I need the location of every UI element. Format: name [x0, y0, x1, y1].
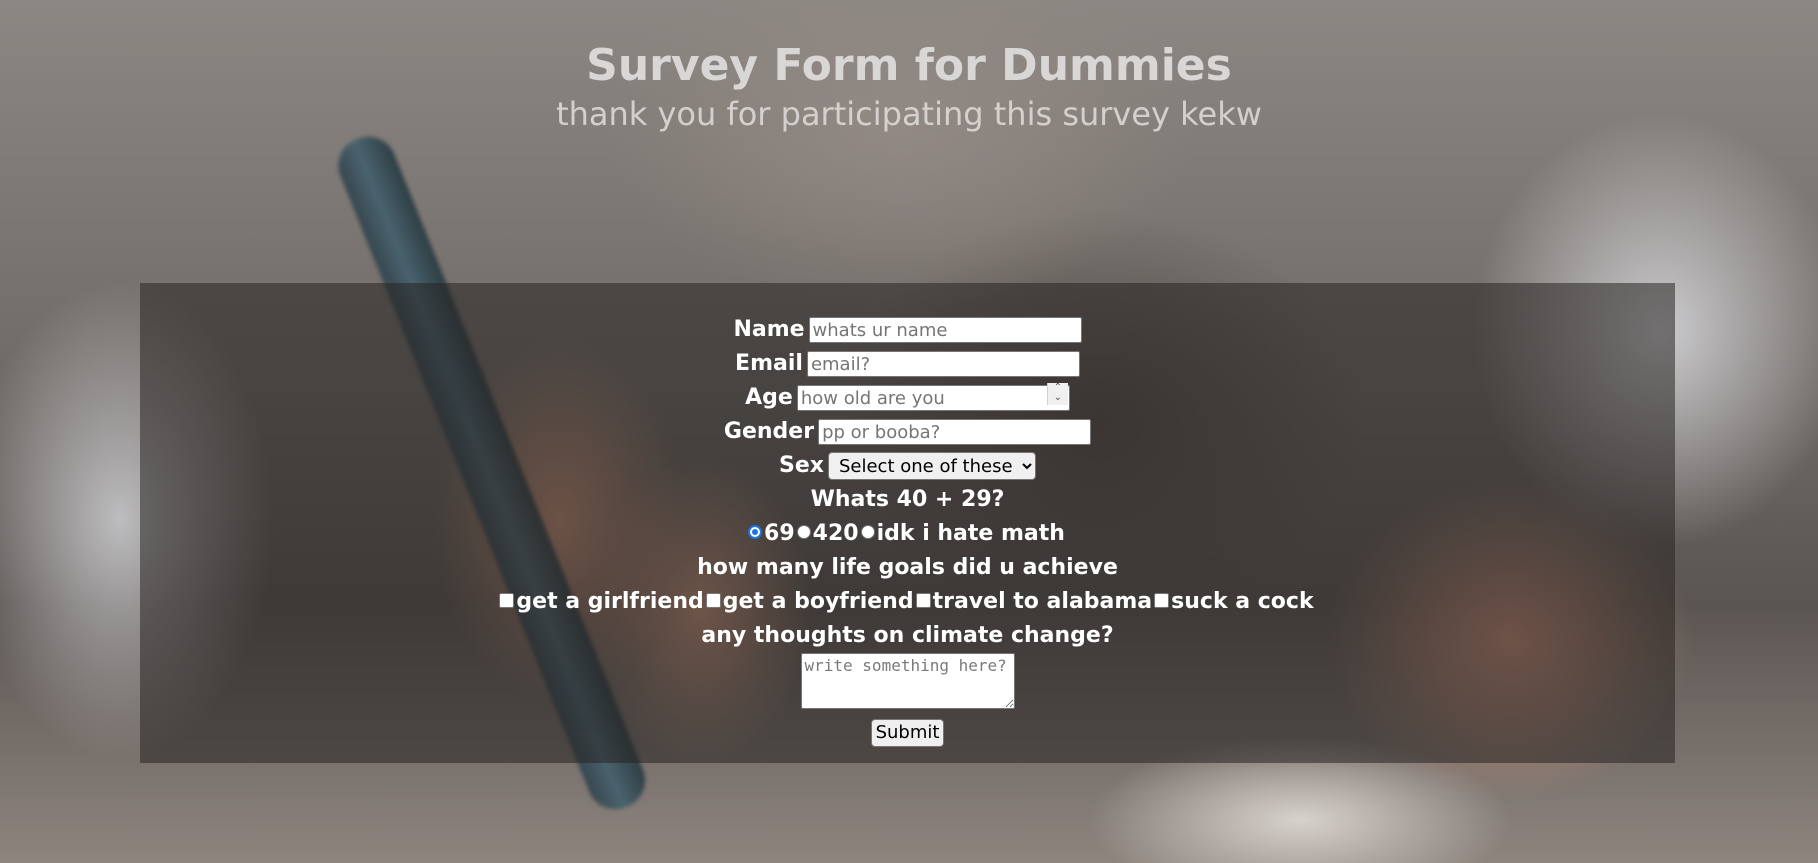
checkbox-alabama-label: travel to alabama: [932, 589, 1153, 614]
radio-420-label: 420: [812, 521, 859, 546]
checkbox-girlfriend-label: get a girlfriend: [516, 589, 704, 614]
page-title: Survey Form for Dummies: [586, 40, 1232, 91]
age-stepper[interactable]: ⌃ ⌄: [1046, 383, 1068, 405]
age-field: ⌃⌄: [796, 381, 1070, 415]
gender-input[interactable]: [818, 419, 1092, 445]
math-question: Whats 40 + 29?: [810, 487, 1005, 512]
checkbox-fourth-goal[interactable]: [1154, 592, 1170, 608]
checkbox-alabama[interactable]: [915, 592, 931, 608]
age-label: Age: [745, 385, 793, 410]
climate-textarea[interactable]: [800, 653, 1015, 709]
page-subtitle: thank you for participating this survey …: [556, 95, 1262, 133]
submit-button[interactable]: Submit: [870, 718, 945, 747]
form-panel: Name Email Age ⌃⌄ Gender SexSelect one of…: [140, 283, 1675, 763]
email-input[interactable]: [806, 351, 1080, 377]
radio-idk[interactable]: [860, 525, 875, 539]
radio-69-label: 69: [764, 521, 795, 546]
email-label: Email: [735, 351, 803, 376]
radio-69[interactable]: [748, 525, 763, 539]
survey-page: Survey Form for Dummies thank you for pa…: [0, 0, 1818, 863]
goals-question: how many life goals did u achieve: [697, 555, 1118, 580]
checkbox-boyfriend-label: get a boyfriend: [722, 589, 914, 614]
radio-420[interactable]: [796, 525, 811, 539]
name-label: Name: [733, 317, 805, 342]
gender-row: Gender: [140, 415, 1675, 449]
age-input[interactable]: [796, 385, 1070, 411]
page-header: Survey Form for Dummies thank you for pa…: [0, 38, 1818, 134]
radio-idk-label: idk i hate math: [876, 521, 1065, 546]
name-input[interactable]: [808, 317, 1082, 343]
survey-form: Name Email Age ⌃⌄ Gender SexSelect one of…: [140, 313, 1675, 749]
goals-options: get a girlfriend get a boyfriend travel to…: [140, 585, 1675, 619]
checkbox-fourth-goal-label: suck a cock: [1171, 589, 1314, 614]
climate-question: any thoughts on climate change?: [701, 623, 1114, 648]
sex-label: Sex: [779, 453, 824, 478]
checkbox-girlfriend[interactable]: [499, 592, 515, 608]
sex-row: Sex Select one of these: [140, 449, 1675, 483]
sex-select[interactable]: Select one of these: [827, 452, 1036, 480]
name-row: Name: [140, 313, 1675, 347]
climate-row: [140, 653, 1675, 713]
submit-row: Submit: [140, 715, 1675, 749]
age-row: Age ⌃⌄: [140, 381, 1675, 415]
checkbox-boyfriend[interactable]: [705, 592, 721, 608]
email-row: Email: [140, 347, 1675, 381]
gender-label: Gender: [723, 419, 815, 444]
math-options: 69 420 idk i hate math: [140, 517, 1675, 551]
